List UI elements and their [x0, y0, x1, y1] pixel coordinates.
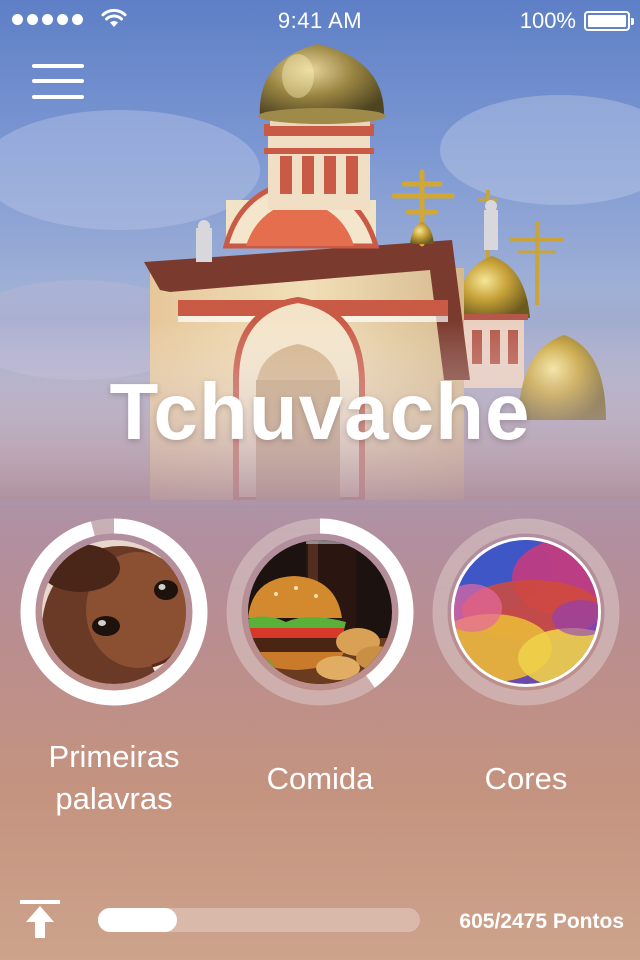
- points-progress-fill: [98, 908, 177, 932]
- hamburger-menu-icon[interactable]: [32, 62, 84, 102]
- points-progress-bar: [98, 908, 420, 932]
- upload-arrow-icon[interactable]: [20, 898, 60, 940]
- progress-ring: [20, 518, 208, 706]
- status-bar: 9:41 AM 100%: [0, 0, 640, 40]
- page-title: Tchuvache: [109, 367, 531, 456]
- category-cores[interactable]: Cores: [432, 518, 620, 800]
- progress-ring: [226, 518, 414, 706]
- battery-percent: 100%: [519, 8, 576, 33]
- app-screen: 9:41 AM 100% Tchuvache Primeiras palavra…: [0, 0, 640, 960]
- battery-icon: [584, 11, 634, 31]
- category-label: Comida: [266, 761, 374, 796]
- category-primeiras-palavras[interactable]: Primeiras palavras: [20, 518, 208, 820]
- category-label: Primeiras palavras: [20, 736, 208, 820]
- progress-ring: [432, 518, 620, 706]
- status-right: 100%: [519, 8, 634, 34]
- category-label-line1: Primeiras: [48, 739, 180, 774]
- category-comida[interactable]: Comida: [226, 518, 414, 800]
- category-label-line2: palavras: [55, 781, 173, 816]
- points-counter: 605/2475 Pontos: [459, 910, 624, 933]
- category-label: Cores: [484, 761, 568, 796]
